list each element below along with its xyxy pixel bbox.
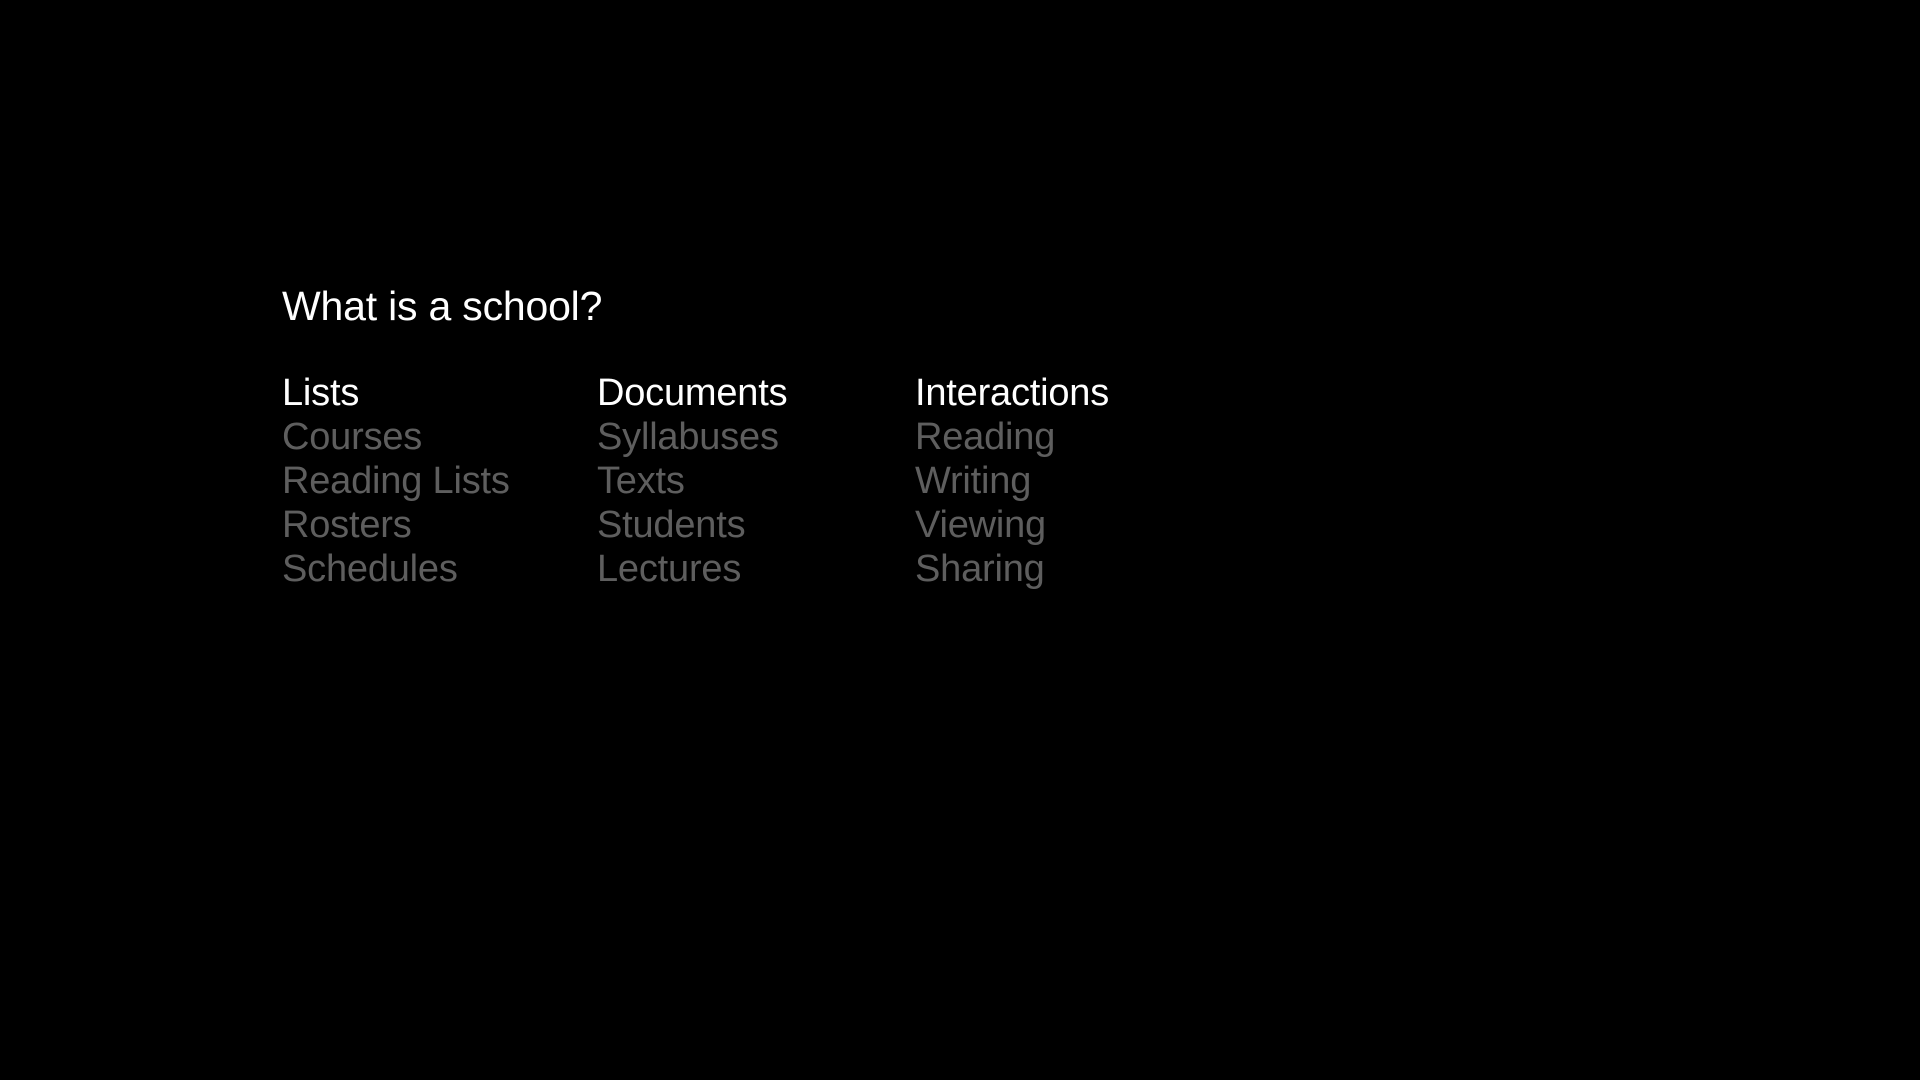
list-item: Students <box>597 504 746 546</box>
list-item: Schedules <box>282 548 458 590</box>
list-item: Syllabuses <box>597 416 779 458</box>
column-heading-lists: Lists <box>282 372 360 414</box>
list-item: Sharing <box>915 548 1045 590</box>
list-item: Reading Lists <box>282 460 510 502</box>
column-heading-interactions: Interactions <box>915 372 1110 414</box>
list-documents: Syllabuses Texts Students Lectures <box>597 415 779 591</box>
page-title: What is a school? <box>282 283 603 329</box>
list-item: Viewing <box>915 504 1046 546</box>
list-item: Writing <box>915 460 1032 502</box>
list-item: Courses <box>282 416 423 458</box>
column-documents: Documents Syllabuses Texts Students Lect… <box>597 371 915 591</box>
list-lists: Courses Reading Lists Rosters Schedules <box>282 415 510 591</box>
list-item: Lectures <box>597 548 742 590</box>
list-item: Texts <box>597 460 685 502</box>
column-interactions: Interactions Reading Writing Viewing Sha… <box>915 371 1245 591</box>
slide-canvas: What is a school? Lists Courses Reading … <box>0 0 1920 1080</box>
list-item: Reading <box>915 416 1056 458</box>
list-item: Rosters <box>282 504 412 546</box>
column-group: Lists Courses Reading Lists Rosters Sche… <box>282 371 1245 591</box>
column-heading-documents: Documents <box>597 372 788 414</box>
list-interactions: Reading Writing Viewing Sharing <box>915 415 1055 591</box>
column-lists: Lists Courses Reading Lists Rosters Sche… <box>282 371 597 591</box>
